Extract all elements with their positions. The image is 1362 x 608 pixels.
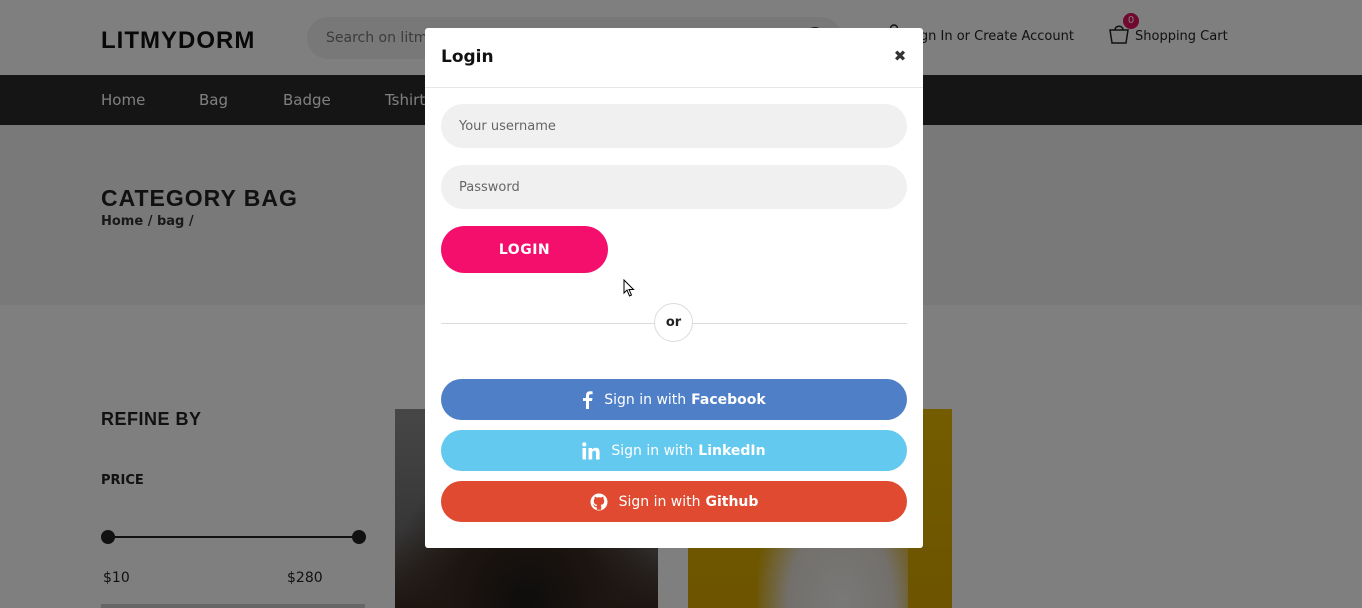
- login-button[interactable]: LOGIN: [441, 226, 608, 273]
- github-icon: [590, 493, 608, 511]
- facebook-icon: [582, 390, 593, 409]
- github-prefix: Sign in with: [618, 493, 701, 510]
- login-modal: Login ✖ LOGIN or Sign in with Facebook S…: [425, 28, 923, 548]
- github-login-button[interactable]: Sign in with Github: [441, 481, 907, 522]
- username-input[interactable]: [441, 104, 907, 148]
- github-brand: Github: [705, 493, 759, 510]
- linkedin-brand: LinkedIn: [698, 442, 766, 459]
- close-icon[interactable]: ✖: [893, 48, 907, 64]
- linkedin-login-button[interactable]: Sign in with LinkedIn: [441, 430, 907, 471]
- facebook-brand: Facebook: [691, 391, 766, 408]
- mouse-cursor-icon: [623, 279, 635, 297]
- or-label: or: [654, 303, 693, 342]
- facebook-login-button[interactable]: Sign in with Facebook: [441, 379, 907, 420]
- password-input[interactable]: [441, 165, 907, 209]
- modal-header: Login ✖: [425, 28, 923, 88]
- linkedin-prefix: Sign in with: [611, 442, 694, 459]
- modal-title: Login: [441, 47, 494, 67]
- linkedin-icon: [582, 441, 600, 460]
- facebook-prefix: Sign in with: [604, 391, 687, 408]
